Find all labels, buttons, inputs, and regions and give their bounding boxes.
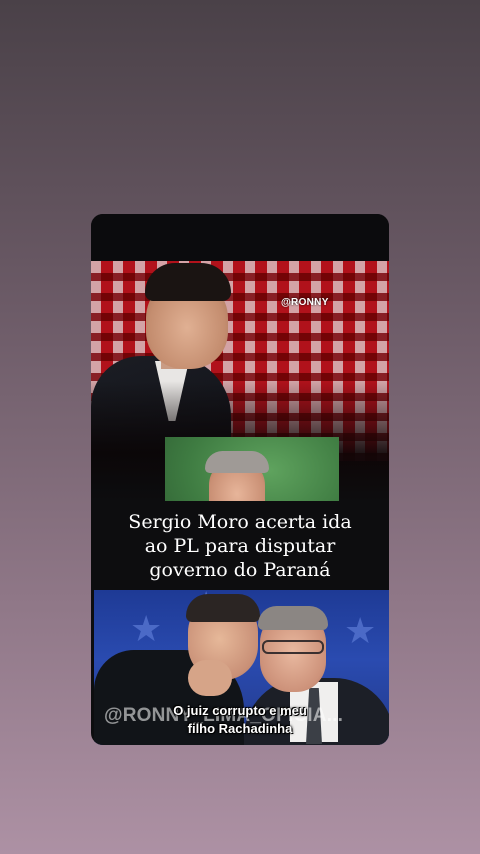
person-left-hand [188, 660, 232, 696]
headline-line-3: governo do Paraná [149, 559, 331, 581]
man-hair [145, 263, 231, 301]
inset-hair [205, 451, 269, 473]
caption-line-1: O juiz corrupto e meu [173, 703, 307, 718]
video-caption: O juiz corrupto e meu filho Rachadinha [150, 702, 330, 738]
caption-line-2: filho Rachadinha [187, 721, 293, 736]
star-icon: ★ [130, 608, 163, 649]
card-top-bar [91, 214, 389, 261]
person-right-hair [258, 606, 328, 630]
person-left-hair [186, 594, 260, 622]
glasses-icon [262, 640, 324, 654]
inset-photo [165, 437, 339, 501]
headline-line-2: ao PL para disputar [144, 535, 336, 557]
headline: Sergio Moro acerta ida ao PL para disput… [91, 510, 389, 582]
headline-line-1: Sergio Moro acerta ida [128, 511, 352, 533]
post-card[interactable]: @RONNY Sergio Moro acerta ida ao PL para… [91, 214, 389, 745]
top-photo: @RONNY [91, 261, 389, 501]
small-watermark: @RONNY [281, 297, 329, 308]
star-icon: ★ [344, 610, 377, 651]
